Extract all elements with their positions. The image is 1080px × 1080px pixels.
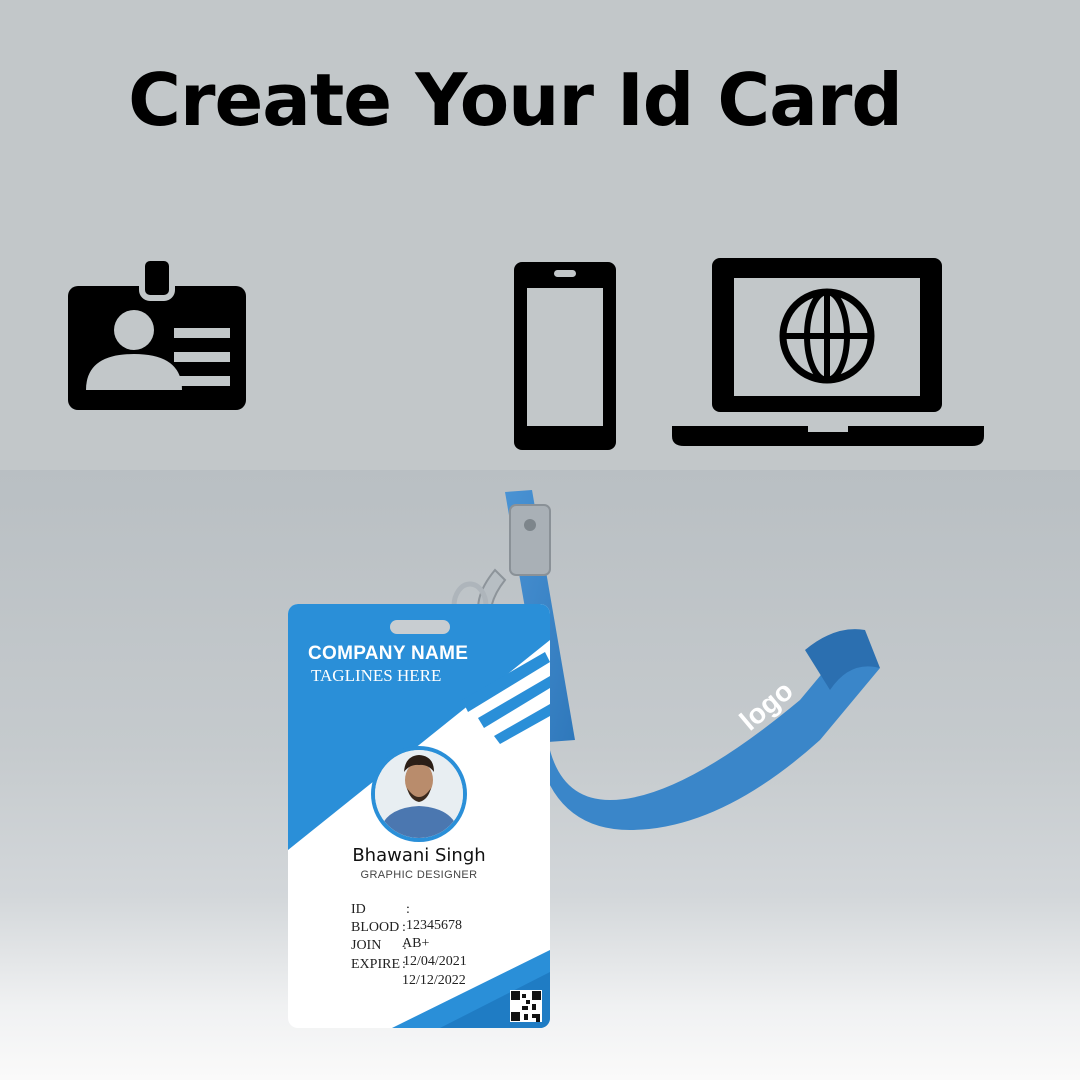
- job-title: GRAPHIC DESIGNER: [360, 869, 478, 881]
- field-label: BLOOD: [351, 920, 400, 935]
- field-value: : 12/12/2022: [402, 957, 466, 988]
- id-card-mockup: [288, 490, 880, 1028]
- company-name: COMPANY NAME: [308, 643, 469, 664]
- card-slot: [390, 620, 450, 634]
- lanyard-strap: [505, 490, 880, 830]
- qr-code: [510, 990, 542, 1022]
- field-label: EXPIRE: [351, 957, 400, 972]
- field-label: JOIN: [351, 938, 382, 953]
- person-name: Bhawani Singh: [352, 845, 486, 866]
- field-label: ID: [351, 902, 366, 917]
- company-tagline: TAGLINES HERE: [311, 666, 442, 685]
